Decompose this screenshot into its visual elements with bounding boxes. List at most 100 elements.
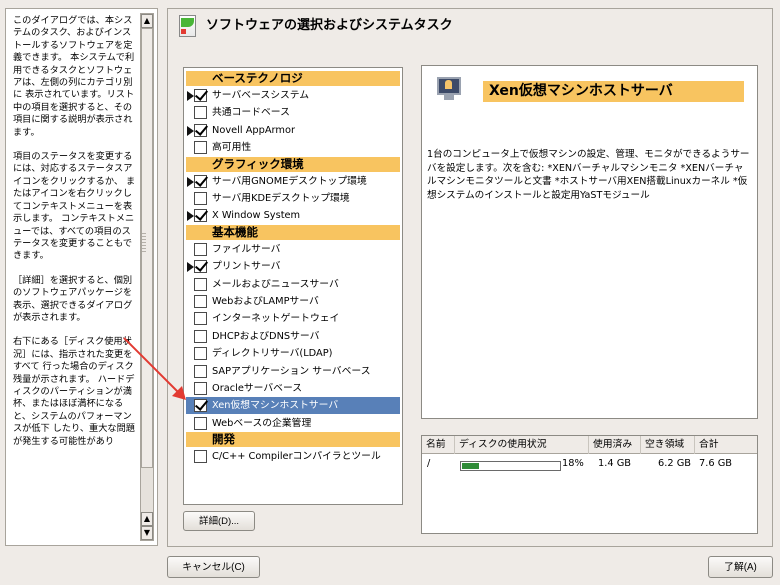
xen-monitor-icon bbox=[437, 77, 461, 101]
description-pane: Xen仮想マシンホストサーバ 1台のコンピュータ上で仮想マシンの設定、管理、モニ… bbox=[421, 65, 758, 419]
checkbox[interactable] bbox=[194, 295, 207, 308]
pattern-label: ファイルサーバ bbox=[212, 243, 281, 255]
pattern-item[interactable]: DHCPおよびDNSサーバ bbox=[186, 328, 400, 345]
disk-usage-table[interactable]: 名前 ディスクの使用状況 使用済み 空き領域 合計 / 18% 1.4 GB 6… bbox=[421, 435, 758, 534]
expand-triangle-icon[interactable] bbox=[187, 176, 194, 187]
column-header-used[interactable]: 使用済み bbox=[589, 436, 641, 454]
pattern-item[interactable]: ファイルサーバ bbox=[186, 241, 400, 258]
scroll-up-icon[interactable]: ▲ bbox=[141, 14, 153, 28]
column-header-usage[interactable]: ディスクの使用状況 bbox=[455, 436, 589, 454]
pattern-label: X Window System bbox=[212, 210, 301, 222]
expand-triangle-icon[interactable] bbox=[187, 211, 194, 222]
pattern-item[interactable]: ディレクトリサーバ(LDAP) bbox=[186, 345, 400, 362]
accept-button[interactable]: 了解(A) bbox=[708, 556, 773, 578]
pattern-item[interactable]: Novell AppArmor bbox=[186, 122, 400, 139]
expand-triangle-icon[interactable] bbox=[187, 262, 194, 273]
checkbox[interactable] bbox=[194, 416, 207, 430]
help-paragraph: 右下にある［ディスク使用状況］には、指示された変更をすべて 行った場合のディスク… bbox=[13, 336, 135, 447]
pattern-label: Xen仮想マシンホストサーバ bbox=[212, 400, 339, 412]
column-header-total[interactable]: 合計 bbox=[695, 436, 759, 454]
column-header-free[interactable]: 空き領域 bbox=[641, 436, 695, 454]
checked-checkbox[interactable] bbox=[194, 399, 207, 413]
checkbox[interactable] bbox=[194, 382, 207, 395]
main-panel: ソフトウェアの選択およびシステムタスク ベーステクノロジサーバベースシステム 共通… bbox=[167, 8, 773, 547]
disk-usage-percent: 18% bbox=[562, 458, 584, 469]
scroll-up-small-icon[interactable]: ▲ bbox=[141, 512, 153, 526]
pattern-label: サーバベースシステム bbox=[212, 90, 310, 101]
disk-total: 7.6 GB bbox=[699, 458, 733, 469]
pattern-label: WebおよびLAMPサーバ bbox=[212, 296, 319, 307]
pattern-item[interactable]: Oracleサーバベース bbox=[186, 380, 400, 397]
category-header: 基本機能 bbox=[186, 224, 400, 240]
disk-free: 6.2 GB bbox=[658, 458, 692, 469]
checkbox[interactable] bbox=[194, 347, 207, 361]
disk-usage-bar bbox=[460, 461, 561, 471]
expand-triangle-icon[interactable] bbox=[187, 125, 194, 136]
checked-checkbox[interactable] bbox=[194, 209, 207, 223]
category-header: グラフィック環境 bbox=[186, 156, 400, 172]
checked-checkbox[interactable] bbox=[194, 174, 207, 188]
checked-checkbox[interactable] bbox=[194, 123, 207, 137]
page-title: ソフトウェアの選択およびシステムタスク bbox=[206, 18, 453, 33]
help-scrollbar[interactable]: ▲ ▲ ▼ bbox=[140, 13, 154, 541]
disk-name: / bbox=[427, 458, 431, 469]
checkbox[interactable] bbox=[194, 277, 207, 291]
pattern-item[interactable]: サーバ用GNOMEデスクトップ環境 bbox=[186, 173, 400, 190]
cancel-button[interactable]: キャンセル(C) bbox=[167, 556, 260, 578]
pattern-label: サーバ用KDEデスクトップ環境 bbox=[212, 193, 350, 204]
pattern-item[interactable]: プリントサーバ bbox=[186, 258, 400, 275]
pattern-label: サーバ用GNOMEデスクトップ環境 bbox=[212, 175, 367, 187]
pattern-label: SAPアプリケーション サーバベース bbox=[212, 365, 371, 377]
checkbox[interactable] bbox=[194, 192, 207, 205]
help-paragraph: 項目のステータスを変更するには、対応するステータスアイコンをクリックするか、 ま… bbox=[13, 151, 136, 262]
pattern-label: メールおよびニュースサーバ bbox=[212, 278, 339, 290]
checked-checkbox[interactable] bbox=[194, 89, 207, 102]
pattern-item[interactable]: WebおよびLAMPサーバ bbox=[186, 293, 400, 310]
category-header: 開発 bbox=[186, 432, 400, 448]
checkbox[interactable] bbox=[194, 106, 207, 120]
pattern-item[interactable]: 共通コードベース bbox=[186, 104, 400, 121]
pattern-label: Oracleサーバベース bbox=[212, 383, 303, 394]
pattern-label: Webベースの企業管理 bbox=[212, 417, 312, 429]
pattern-item[interactable]: SAPアプリケーション サーバベース bbox=[186, 363, 400, 380]
pattern-label: プリントサーバ bbox=[212, 261, 281, 273]
checkbox[interactable] bbox=[194, 329, 207, 343]
description-title: Xen仮想マシンホストサーバ bbox=[483, 81, 744, 102]
pattern-label: C/C++ Compilerコンパイラとツール bbox=[212, 451, 381, 463]
pane-resize-grip[interactable] bbox=[142, 233, 146, 253]
pattern-item[interactable]: インターネットゲートウェイ bbox=[186, 310, 400, 327]
help-text: このダイアログでは、本システムのタスク、およびインストールするソフトウェアを定義… bbox=[13, 15, 139, 545]
disk-usage-header: 名前 ディスクの使用状況 使用済み 空き領域 合計 bbox=[422, 436, 757, 454]
disk-used: 1.4 GB bbox=[598, 458, 632, 469]
help-pane: このダイアログでは、本システムのタスク、およびインストールするソフトウェアを定義… bbox=[5, 8, 158, 546]
pattern-label: DHCPおよびDNSサーバ bbox=[212, 330, 320, 342]
category-header: ベーステクノロジ bbox=[186, 71, 400, 86]
help-paragraph: このダイアログでは、本システムのタスク、およびインストールするソフトウェアを定義… bbox=[13, 15, 135, 138]
pattern-item[interactable]: メールおよびニュースサーバ bbox=[186, 276, 400, 293]
pattern-item[interactable]: サーバベースシステム bbox=[186, 87, 400, 104]
scroll-down-icon[interactable]: ▼ bbox=[141, 526, 153, 540]
pattern-item[interactable]: 高可用性 bbox=[186, 139, 400, 156]
expand-triangle-icon[interactable] bbox=[187, 91, 194, 101]
description-text: 1台のコンピュータ上で仮想マシンの設定、管理、モニタができるようサーバを設定しま… bbox=[427, 149, 750, 201]
pattern-item[interactable]: サーバ用KDEデスクトップ環境 bbox=[186, 190, 400, 207]
pattern-item[interactable]: Webベースの企業管理 bbox=[186, 415, 400, 432]
pattern-label: Novell AppArmor bbox=[212, 124, 295, 136]
pattern-item[interactable]: X Window System bbox=[186, 207, 400, 224]
pattern-item[interactable]: Xen仮想マシンホストサーバ bbox=[186, 397, 400, 415]
help-paragraph: ［詳細］を選択すると、個別のソフトウェアパッケージを表示、選択できるダイアログが… bbox=[13, 274, 133, 323]
checkbox[interactable] bbox=[194, 242, 207, 256]
pattern-list[interactable]: ベーステクノロジサーバベースシステム 共通コードベース Novell AppArmo… bbox=[183, 67, 403, 505]
pattern-label: 高可用性 bbox=[212, 142, 252, 154]
checkbox[interactable] bbox=[194, 141, 207, 155]
pattern-item[interactable]: C/C++ Compilerコンパイラとツール bbox=[186, 448, 400, 465]
pattern-label: インターネットゲートウェイ bbox=[212, 313, 340, 325]
yast-module-icon bbox=[179, 15, 196, 37]
pattern-label: 共通コードベース bbox=[212, 107, 290, 119]
checkbox[interactable] bbox=[194, 364, 207, 378]
checkbox[interactable] bbox=[194, 312, 207, 326]
details-button[interactable]: 詳細(D)... bbox=[183, 511, 255, 531]
checked-checkbox[interactable] bbox=[194, 260, 207, 274]
column-header-name[interactable]: 名前 bbox=[422, 436, 455, 454]
checkbox[interactable] bbox=[194, 450, 207, 464]
